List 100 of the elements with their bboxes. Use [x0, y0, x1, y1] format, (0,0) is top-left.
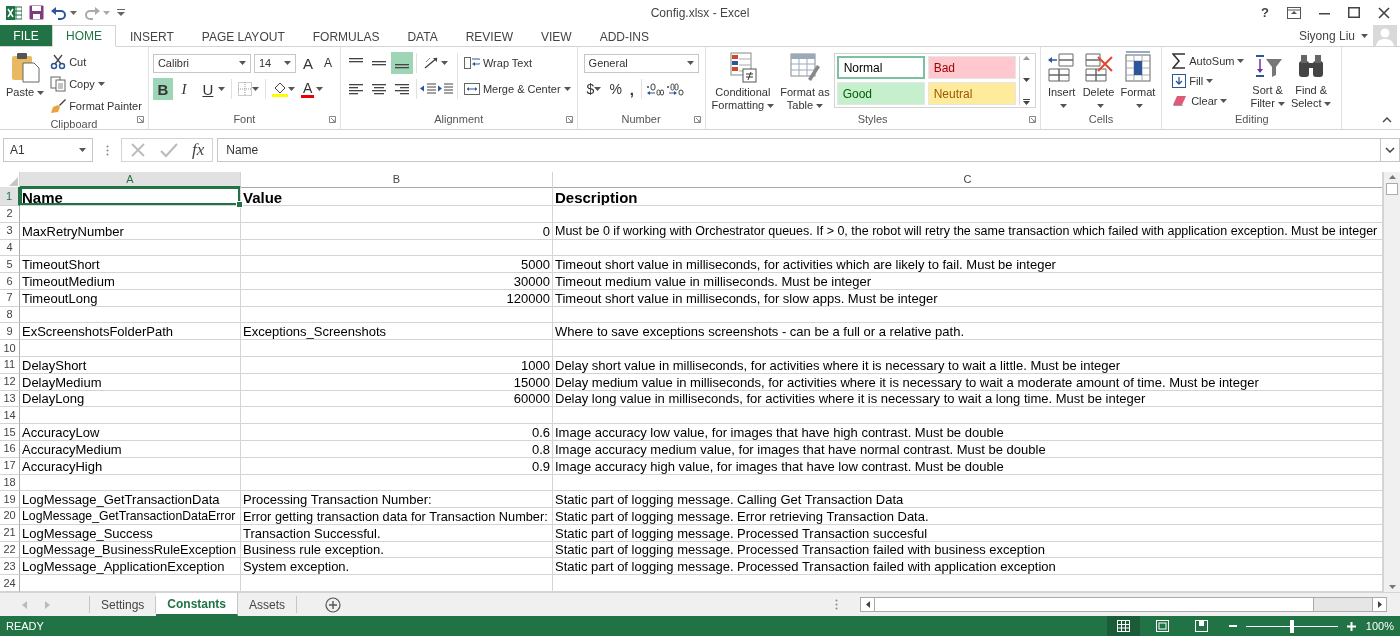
zoom-slider-thumb[interactable]: [1290, 619, 1294, 633]
dialog-launcher-icon[interactable]: [565, 116, 573, 123]
font-size-field[interactable]: 14: [253, 53, 296, 73]
caret-icon[interactable]: [594, 87, 602, 91]
row-header[interactable]: 9: [0, 323, 20, 341]
caret-icon[interactable]: [251, 87, 259, 91]
percent-button[interactable]: %: [606, 78, 625, 100]
caret-icon[interactable]: [1361, 33, 1368, 38]
row-header[interactable]: 19: [0, 491, 20, 509]
number-format-field[interactable]: General: [583, 53, 699, 73]
insert-button[interactable]: Insert: [1044, 51, 1079, 112]
merge-center-button[interactable]: Merge & Center: [461, 77, 573, 101]
sort-filter-button[interactable]: Sort & Filter: [1248, 51, 1287, 110]
sheet-tab[interactable]: Assets: [238, 596, 298, 613]
cell-style-option[interactable]: Normal: [836, 56, 925, 79]
customize-toolbar-icon[interactable]: [117, 9, 125, 16]
autosum-button[interactable]: AutoSum: [1170, 51, 1247, 71]
fill-color-icon[interactable]: [271, 81, 288, 97]
cell-style-option[interactable]: Neutral: [927, 82, 1016, 105]
row-header[interactable]: 14: [0, 407, 20, 425]
row-header[interactable]: 15: [0, 424, 20, 441]
font-name-field[interactable]: Calibri: [152, 53, 251, 73]
conditional-formatting-button[interactable]: Conditional Formatting: [709, 51, 777, 112]
grow-font-button[interactable]: A: [298, 52, 317, 74]
row-header[interactable]: 2: [0, 206, 20, 223]
bold-button[interactable]: B: [152, 78, 173, 100]
currency-button[interactable]: $: [586, 78, 595, 100]
comma-style-button[interactable]: ,: [626, 78, 637, 100]
normal-view-button[interactable]: [1107, 616, 1140, 636]
fill-button[interactable]: Fill: [1170, 71, 1247, 91]
italic-button[interactable]: I: [173, 78, 194, 100]
row-header[interactable]: 11: [0, 357, 20, 374]
caret-icon[interactable]: [70, 10, 77, 15]
add-sheet-icon[interactable]: [325, 596, 342, 613]
close-icon[interactable]: [1378, 6, 1390, 19]
caret-icon[interactable]: [217, 87, 225, 91]
file-tab[interactable]: FILE: [0, 25, 52, 46]
dialog-launcher-icon[interactable]: [1028, 116, 1036, 123]
row-header[interactable]: 6: [0, 273, 20, 290]
wrap-text-button[interactable]: Wrap Text: [461, 51, 573, 75]
format-button[interactable]: Format: [1118, 51, 1158, 112]
scroll-up-icon[interactable]: [1022, 56, 1030, 60]
find-select-button[interactable]: Find & Select: [1288, 51, 1334, 110]
ribbon-display-icon[interactable]: [1287, 6, 1301, 19]
row-header[interactable]: 23: [0, 558, 20, 576]
scroll-down-icon[interactable]: [1022, 77, 1030, 82]
underline-button[interactable]: U: [197, 78, 218, 100]
undo-icon[interactable]: [51, 5, 67, 20]
ribbon-tab[interactable]: REVIEW: [451, 25, 527, 47]
scroll-thumb[interactable]: [1386, 183, 1398, 195]
decrease-indent-icon[interactable]: [419, 82, 436, 96]
delete-button[interactable]: Delete: [1080, 51, 1117, 112]
cut-button[interactable]: Cut: [48, 51, 144, 73]
user-name[interactable]: Siyong Liu: [1298, 28, 1355, 43]
scroll-right-icon[interactable]: [1377, 601, 1382, 608]
dialog-launcher-icon[interactable]: [328, 116, 336, 123]
vertical-scrollbar[interactable]: [1383, 172, 1400, 592]
column-header[interactable]: B: [241, 172, 553, 188]
increase-indent-icon[interactable]: [436, 82, 453, 96]
row-header[interactable]: 10: [0, 340, 20, 358]
cell-style-option[interactable]: Good: [836, 82, 925, 105]
scroll-thumb[interactable]: [874, 598, 1315, 611]
copy-button[interactable]: Copy: [48, 73, 144, 95]
scroll-left-icon[interactable]: [865, 601, 870, 608]
ribbon-tab[interactable]: ADD-INS: [585, 25, 663, 47]
save-icon[interactable]: [29, 5, 44, 20]
cell-style-option[interactable]: Bad: [927, 56, 1016, 79]
format-painter-button[interactable]: Format Painter: [48, 95, 144, 117]
row-header[interactable]: 5: [0, 256, 20, 274]
collapse-ribbon-icon[interactable]: [1382, 117, 1392, 123]
ribbon-tab[interactable]: DATA: [393, 25, 452, 47]
ribbon-tab[interactable]: FORMULAS: [298, 25, 394, 47]
ribbon-tab[interactable]: HOME: [52, 25, 116, 47]
row-header[interactable]: 24: [0, 575, 20, 592]
column-header[interactable]: C: [553, 172, 1383, 188]
column-header[interactable]: A: [20, 172, 241, 188]
dialog-launcher-icon[interactable]: [136, 116, 144, 123]
caret-icon[interactable]: [440, 61, 448, 65]
maximize-icon[interactable]: [1348, 7, 1360, 18]
row-header[interactable]: 1: [0, 187, 20, 206]
paste-button[interactable]: Paste: [4, 51, 47, 99]
shrink-font-button[interactable]: A: [319, 52, 336, 74]
increase-decimal-icon[interactable]: [646, 82, 664, 96]
expand-formula-bar-icon[interactable]: [1385, 147, 1395, 153]
fill-handle[interactable]: [236, 201, 243, 208]
decrease-decimal-icon[interactable]: [666, 82, 684, 96]
ribbon-tab[interactable]: INSERT: [116, 25, 188, 47]
formula-field[interactable]: Name: [217, 138, 1381, 162]
ribbon-tab[interactable]: VIEW: [527, 25, 586, 47]
format-as-table-button[interactable]: Format as Table: [778, 51, 832, 112]
name-box[interactable]: A1: [3, 138, 93, 162]
dialog-launcher-icon[interactable]: [693, 116, 701, 123]
zoom-level[interactable]: 100%: [1356, 620, 1400, 632]
insert-function-button[interactable]: fx: [192, 140, 205, 160]
row-header[interactable]: 20: [0, 508, 20, 525]
horizontal-scrollbar[interactable]: [860, 597, 1388, 612]
caret-icon[interactable]: [287, 87, 295, 91]
more-styles-icon[interactable]: [1022, 99, 1030, 105]
clear-button[interactable]: Clear: [1170, 91, 1247, 111]
zoom-in-icon[interactable]: [1347, 621, 1356, 631]
